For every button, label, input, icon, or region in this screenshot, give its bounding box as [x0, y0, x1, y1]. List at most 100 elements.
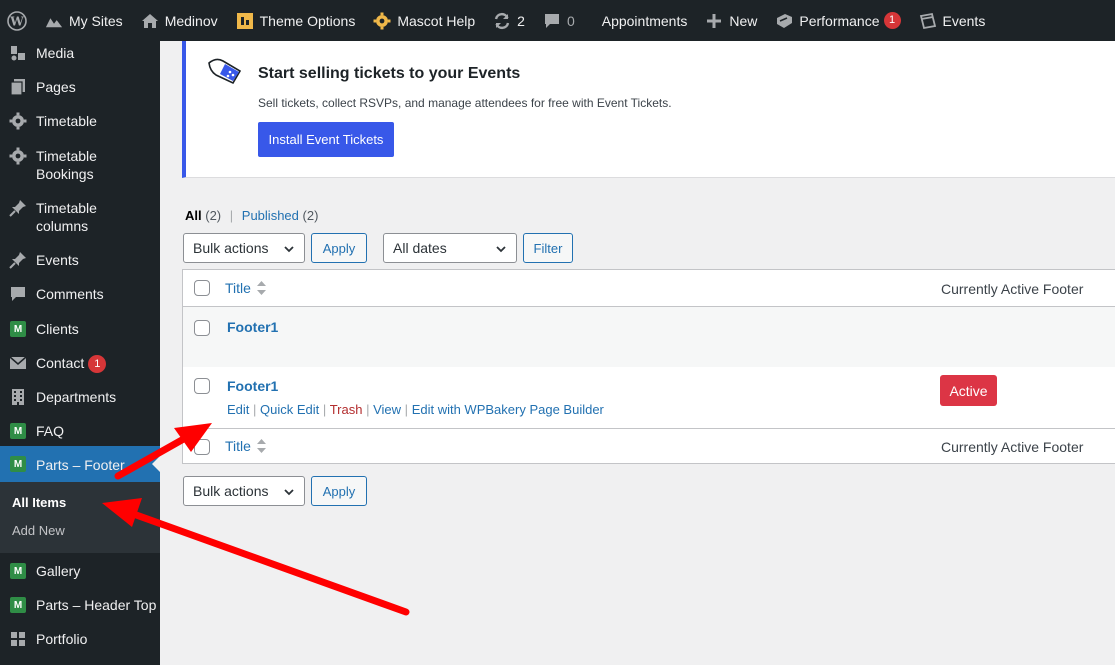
sidebar-item-parts-footer[interactable]: M Parts – Footer — [0, 446, 160, 482]
bulk-actions-select-bottom[interactable]: Bulk actions — [183, 476, 305, 506]
row-action-separator: | — [366, 402, 370, 417]
row-checkbox[interactable] — [194, 320, 210, 336]
sidebar-item-media[interactable]: Media — [0, 43, 160, 63]
apply-button-bottom[interactable]: Apply — [311, 476, 367, 506]
sidebar-item-portfolio[interactable]: Portfolio — [0, 629, 160, 649]
sidebar-item-comments[interactable]: Comments — [0, 284, 160, 304]
m-icon: M — [0, 421, 36, 441]
m-icon: M — [0, 561, 36, 581]
m-letter: M — [10, 597, 26, 613]
sidebar-item-label: Timetable Bookings — [36, 148, 97, 182]
date-filter-value: All dates — [393, 240, 447, 256]
title-column-header[interactable]: Title — [225, 280, 266, 296]
bulk-actions-select-top[interactable]: Bulk actions — [183, 233, 305, 263]
sort-icon — [256, 281, 266, 295]
site-name-menu[interactable]: Medinov — [132, 0, 227, 41]
comments-count: 0 — [566, 12, 575, 29]
gear-icon — [373, 12, 391, 30]
gear-icon — [0, 111, 36, 131]
m-icon: M — [0, 454, 36, 474]
notice-description: Sell tickets, collect RSVPs, and manage … — [258, 96, 672, 110]
sidebar-item-label: Events — [36, 252, 79, 268]
sidebar-item-label: Comments — [36, 286, 104, 302]
row-action-separator: | — [253, 402, 257, 417]
sidebar-item-contact[interactable]: Contact 1 — [0, 353, 160, 374]
media-icon — [0, 43, 36, 63]
title-column-label: Title — [225, 438, 251, 454]
my-sites-label: My Sites — [69, 12, 123, 29]
filter-button[interactable]: Filter — [523, 233, 573, 263]
select-all-checkbox[interactable] — [194, 280, 210, 296]
row-checkbox[interactable] — [194, 378, 210, 394]
sidebar-item-timetable[interactable]: Timetable — [0, 111, 160, 131]
wordpress-logo-menu[interactable]: W — [0, 0, 36, 41]
m-icon: M — [0, 319, 36, 339]
submenu-add-new[interactable]: Add New — [12, 523, 65, 538]
appointments-menu[interactable]: Appointments — [584, 0, 697, 41]
events-label: Events — [942, 12, 986, 29]
pages-icon — [0, 77, 36, 97]
date-filter-select[interactable]: All dates — [383, 233, 517, 263]
mascot-help-menu[interactable]: Mascot Help — [364, 0, 484, 41]
sidebar-item-timetable-columns[interactable]: Timetable columns — [0, 198, 160, 235]
svg-text:W: W — [9, 14, 24, 28]
parts-footer-submenu: All Items Add New — [0, 482, 160, 553]
building-icon — [0, 387, 36, 407]
performance-badge: 1 — [883, 12, 901, 29]
select-all-checkbox-footer[interactable] — [194, 439, 210, 455]
table-row: Footer1 Edit | Quick Edit | Trash | View… — [183, 367, 1115, 428]
title-column-footer[interactable]: Title — [225, 438, 266, 454]
sidebar-item-events[interactable]: Events — [0, 250, 160, 270]
active-footer-column-footer: Currently Active Footer — [941, 439, 1084, 455]
bulk-actions-value: Bulk actions — [193, 483, 269, 499]
home-icon — [141, 12, 159, 30]
sidebar-item-parts-header-top[interactable]: M Parts – Header Top — [0, 595, 160, 615]
sidebar-item-label: Parts – Header Top — [36, 597, 157, 613]
plus-icon — [705, 12, 723, 30]
apply-button-top[interactable]: Apply — [311, 233, 367, 263]
events-menu[interactable]: Events — [910, 0, 995, 41]
notice-title: Start selling tickets to your Events — [258, 65, 521, 82]
filter-all[interactable]: All — [185, 208, 202, 223]
sidebar-item-timetable-bookings[interactable]: Timetable Bookings — [0, 146, 160, 183]
sidebar-item-clients[interactable]: M Clients — [0, 319, 160, 339]
theme-options-menu[interactable]: Theme Options — [227, 0, 365, 41]
m-icon: M — [0, 595, 36, 615]
updates-menu[interactable]: 2 — [484, 0, 534, 41]
pin-icon — [0, 198, 36, 218]
status-filter-links: All (2) | Published (2) — [185, 208, 318, 223]
admin-sidebar: Media Pages Timetable Timetable Bookings… — [0, 41, 160, 665]
mail-icon — [0, 353, 36, 373]
sidebar-item-departments[interactable]: Departments — [0, 387, 160, 407]
admin-bar: W My Sites Medinov Theme Options Mascot … — [0, 0, 1115, 41]
chevron-down-icon — [496, 246, 506, 253]
sidebar-item-label: FAQ — [36, 423, 65, 439]
events-icon — [919, 12, 937, 30]
filter-published[interactable]: Published — [242, 208, 299, 223]
chevron-down-icon — [284, 246, 294, 253]
appointments-label: Appointments — [601, 12, 688, 29]
my-sites-menu[interactable]: My Sites — [36, 0, 132, 41]
view-link[interactable]: View — [373, 402, 401, 417]
sidebar-item-label: Media — [36, 45, 75, 61]
sidebar-item-faq[interactable]: M FAQ — [0, 421, 160, 441]
edit-link[interactable]: Edit — [227, 402, 249, 417]
edit-with-wpbakery-link[interactable]: Edit with WPBakery Page Builder — [412, 402, 604, 417]
trash-link[interactable]: Trash — [330, 402, 363, 417]
sidebar-item-pages[interactable]: Pages — [0, 77, 160, 97]
sidebar-item-label: Gallery — [36, 563, 81, 579]
comments-menu[interactable]: 0 — [534, 0, 584, 41]
submenu-all-items[interactable]: All Items — [12, 495, 66, 510]
row-title-link[interactable]: Footer1 — [227, 319, 278, 335]
posts-table: Title Currently Active Footer Footer1 Fo… — [182, 269, 1115, 464]
new-content-menu[interactable]: New — [696, 0, 766, 41]
row-title-link[interactable]: Footer1 — [227, 378, 278, 394]
performance-menu[interactable]: Performance 1 — [766, 0, 909, 41]
filter-published-count: (2) — [302, 208, 319, 223]
comment-icon — [0, 284, 36, 304]
install-event-tickets-button[interactable]: Install Event Tickets — [258, 122, 394, 157]
quick-edit-link[interactable]: Quick Edit — [260, 402, 319, 417]
sidebar-item-label: Departments — [36, 389, 117, 405]
filter-separator: | — [229, 208, 234, 223]
sidebar-item-gallery[interactable]: M Gallery — [0, 561, 160, 581]
